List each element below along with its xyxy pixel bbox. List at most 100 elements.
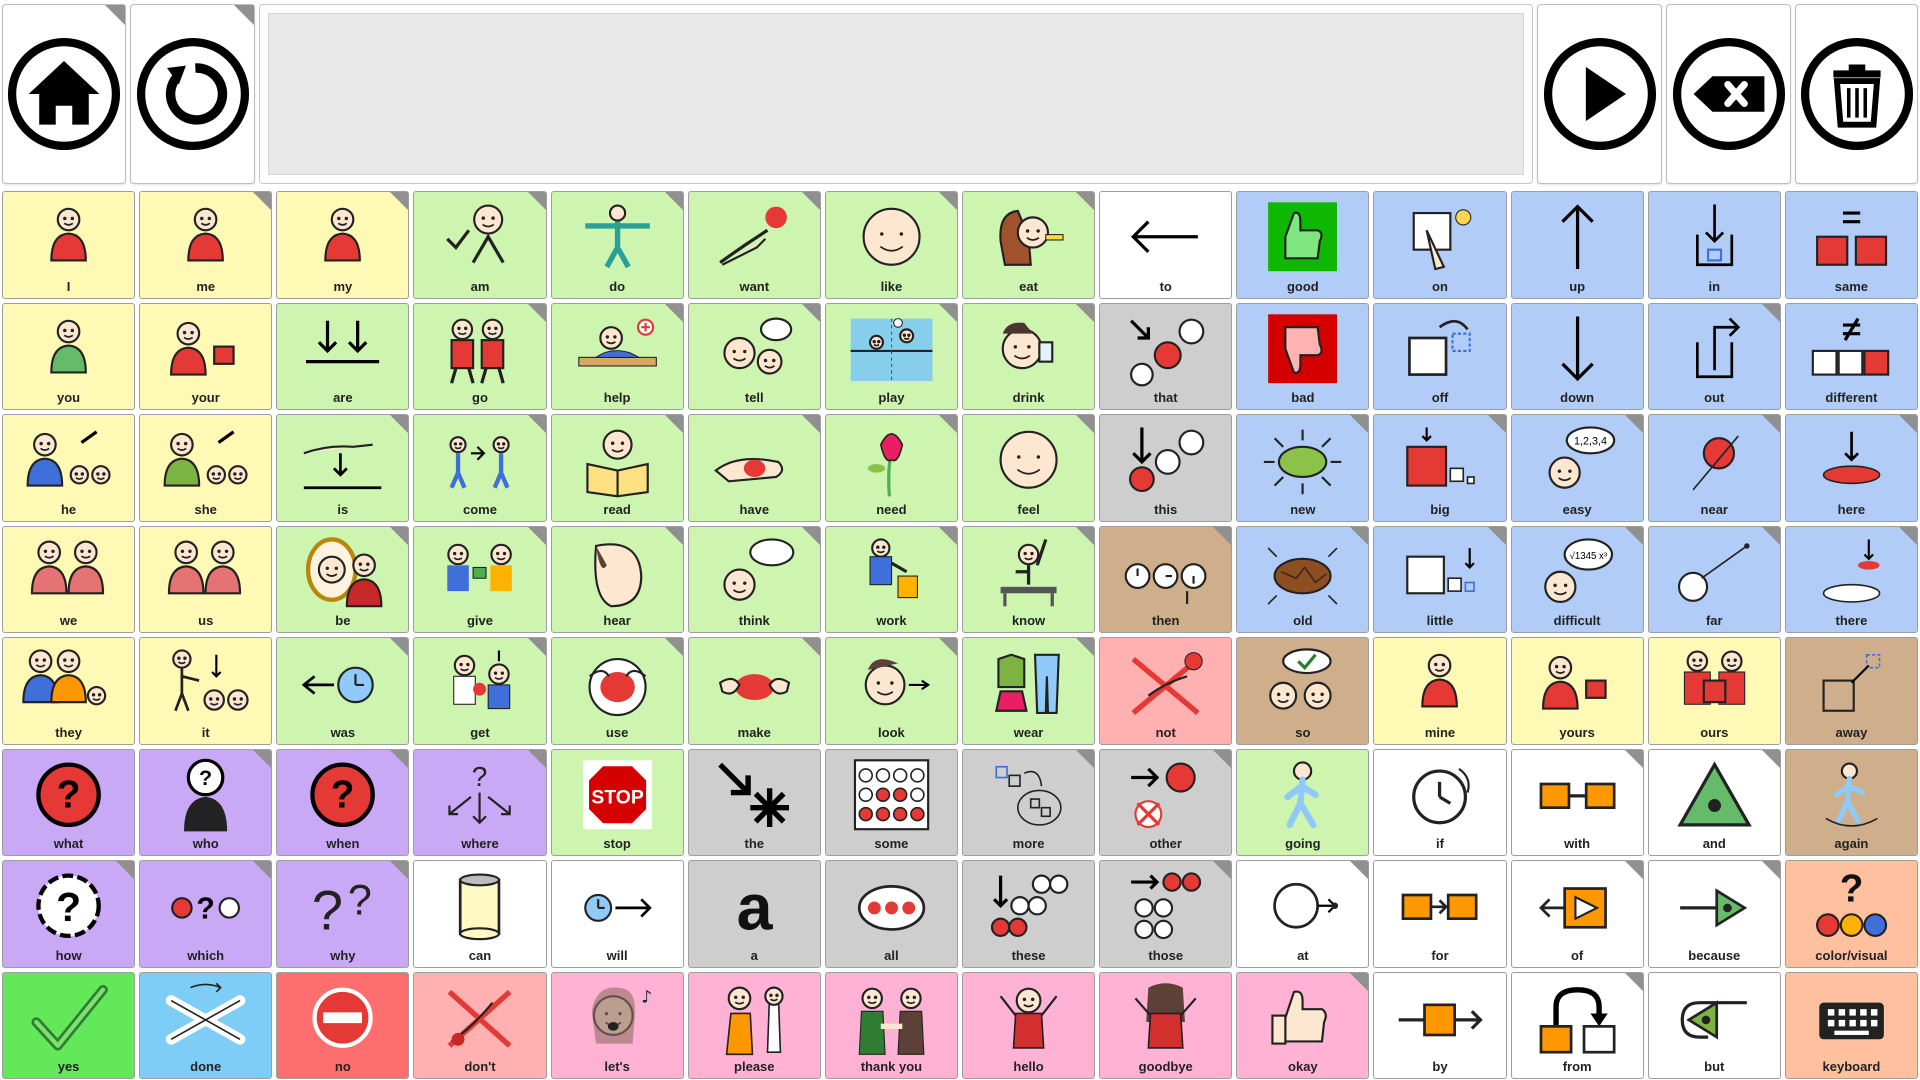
- symbol-button-with[interactable]: with: [1510, 748, 1644, 856]
- symbol-button-these[interactable]: these: [961, 860, 1096, 968]
- symbol-button-then[interactable]: then: [1099, 525, 1233, 633]
- symbol-button-know[interactable]: know: [961, 525, 1096, 633]
- symbol-button-you[interactable]: you: [2, 302, 136, 410]
- symbol-button-wear[interactable]: wear: [961, 637, 1096, 745]
- symbol-button-why[interactable]: ?? why: [276, 860, 410, 968]
- symbol-button-so[interactable]: so: [1236, 637, 1370, 745]
- symbol-button-the[interactable]: the: [687, 748, 821, 856]
- symbol-button-which[interactable]: ? which: [139, 860, 273, 968]
- symbol-button-drink[interactable]: drink: [961, 302, 1096, 410]
- symbol-button-we[interactable]: we: [2, 525, 136, 633]
- symbol-button-me[interactable]: me: [139, 191, 273, 299]
- symbol-button-he[interactable]: he: [2, 414, 136, 522]
- symbol-button-help[interactable]: help: [550, 302, 684, 410]
- symbol-button-do[interactable]: do: [550, 191, 684, 299]
- symbol-button-my[interactable]: my: [276, 191, 410, 299]
- symbol-button-ours[interactable]: ours: [1647, 637, 1781, 745]
- symbol-button-here[interactable]: here: [1784, 414, 1918, 522]
- symbol-button-like[interactable]: like: [824, 191, 958, 299]
- symbol-button-keyboard[interactable]: keyboard: [1784, 971, 1918, 1079]
- symbol-button-are[interactable]: are: [276, 302, 410, 410]
- symbol-button-little[interactable]: little: [1373, 525, 1507, 633]
- symbol-button-tell[interactable]: tell: [687, 302, 821, 410]
- symbol-button-your[interactable]: your: [139, 302, 273, 410]
- symbol-button-hello[interactable]: hello: [961, 971, 1096, 1079]
- symbol-button-no[interactable]: no: [276, 971, 410, 1079]
- symbol-button-am[interactable]: am: [413, 191, 547, 299]
- symbol-button-play[interactable]: play: [824, 302, 958, 410]
- symbol-button-need[interactable]: need: [824, 414, 958, 522]
- symbol-button-it[interactable]: it: [139, 637, 273, 745]
- symbol-button-look[interactable]: look: [824, 637, 958, 745]
- symbol-button-have[interactable]: have: [687, 414, 821, 522]
- symbol-button-they[interactable]: they: [2, 637, 136, 745]
- symbol-button-done[interactable]: done: [139, 971, 273, 1079]
- symbol-button-read[interactable]: read: [550, 414, 684, 522]
- symbol-button-but[interactable]: but: [1647, 971, 1781, 1079]
- symbol-button-not[interactable]: not: [1099, 637, 1233, 745]
- symbol-button-this[interactable]: this: [1099, 414, 1233, 522]
- symbol-button-by[interactable]: by: [1373, 971, 1507, 1079]
- symbol-button-what[interactable]: ? what: [2, 748, 136, 856]
- symbol-button-give[interactable]: give: [413, 525, 547, 633]
- symbol-button-where[interactable]: ? where: [413, 748, 547, 856]
- symbol-button-to[interactable]: to: [1099, 191, 1233, 299]
- symbol-button-at[interactable]: at: [1236, 860, 1370, 968]
- symbol-button-new[interactable]: new: [1236, 414, 1370, 522]
- message-bar[interactable]: [259, 4, 1533, 184]
- symbol-button-mine[interactable]: mine: [1373, 637, 1507, 745]
- clear-button[interactable]: [1795, 4, 1918, 184]
- symbol-button-in[interactable]: in: [1647, 191, 1781, 299]
- symbol-button-because[interactable]: because: [1647, 860, 1781, 968]
- symbol-button-was[interactable]: was: [276, 637, 410, 745]
- symbol-button-use[interactable]: use: [550, 637, 684, 745]
- symbol-button-that[interactable]: that: [1099, 302, 1233, 410]
- symbol-button-can[interactable]: can: [413, 860, 547, 968]
- symbol-button-down[interactable]: down: [1510, 302, 1644, 410]
- symbol-button-hear[interactable]: hear: [550, 525, 684, 633]
- speak-button[interactable]: [1537, 4, 1662, 184]
- symbol-button-going[interactable]: going: [1236, 748, 1370, 856]
- symbol-button-make[interactable]: make: [687, 637, 821, 745]
- symbol-button-near[interactable]: near: [1647, 414, 1781, 522]
- backspace-button[interactable]: [1666, 4, 1791, 184]
- symbol-button-come[interactable]: come: [413, 414, 547, 522]
- symbol-button-on[interactable]: on: [1373, 191, 1507, 299]
- symbol-button-be[interactable]: be: [276, 525, 410, 633]
- home-button[interactable]: [2, 4, 126, 184]
- symbol-button-different[interactable]: different: [1784, 302, 1918, 410]
- symbol-button-yours[interactable]: yours: [1510, 637, 1644, 745]
- symbol-button-is[interactable]: is: [276, 414, 410, 522]
- symbol-button-go[interactable]: go: [413, 302, 547, 410]
- symbol-button-think[interactable]: think: [687, 525, 821, 633]
- symbol-button-work[interactable]: work: [824, 525, 958, 633]
- symbol-button-from[interactable]: from: [1510, 971, 1644, 1079]
- symbol-button-more[interactable]: more: [961, 748, 1096, 856]
- symbol-button-goodbye[interactable]: goodbye: [1099, 971, 1233, 1079]
- symbol-button-bad[interactable]: bad: [1236, 302, 1370, 410]
- symbol-button-same[interactable]: same: [1784, 191, 1918, 299]
- symbol-button-color-visual[interactable]: ? color/visual: [1784, 860, 1918, 968]
- symbol-button-how[interactable]: ? how: [2, 860, 136, 968]
- symbol-button-us[interactable]: us: [139, 525, 273, 633]
- symbol-button-far[interactable]: far: [1647, 525, 1781, 633]
- symbol-button-easy[interactable]: 1,2,3,4 easy: [1510, 414, 1644, 522]
- symbol-button-a[interactable]: aa: [687, 860, 821, 968]
- symbol-button-feel[interactable]: feel: [961, 414, 1096, 522]
- symbol-button-old[interactable]: old: [1236, 525, 1370, 633]
- symbol-button-difficult[interactable]: √1345 x³ difficult: [1510, 525, 1644, 633]
- symbol-button-for[interactable]: for: [1373, 860, 1507, 968]
- symbol-button-want[interactable]: want: [687, 191, 821, 299]
- symbol-button-and[interactable]: and: [1647, 748, 1781, 856]
- symbol-button-will[interactable]: will: [550, 860, 684, 968]
- symbol-button-thank-you[interactable]: thank you: [824, 971, 958, 1079]
- symbol-button-please[interactable]: please: [687, 971, 821, 1079]
- symbol-button-okay[interactable]: okay: [1236, 971, 1370, 1079]
- symbol-button-there[interactable]: there: [1784, 525, 1918, 633]
- symbol-button-all[interactable]: all: [824, 860, 958, 968]
- symbol-button-of[interactable]: of: [1510, 860, 1644, 968]
- symbol-button-let-s[interactable]: ♪ let's: [550, 971, 684, 1079]
- symbol-button-good[interactable]: good: [1236, 191, 1370, 299]
- symbol-button-yes[interactable]: yes: [2, 971, 136, 1079]
- reset-button[interactable]: [130, 4, 255, 184]
